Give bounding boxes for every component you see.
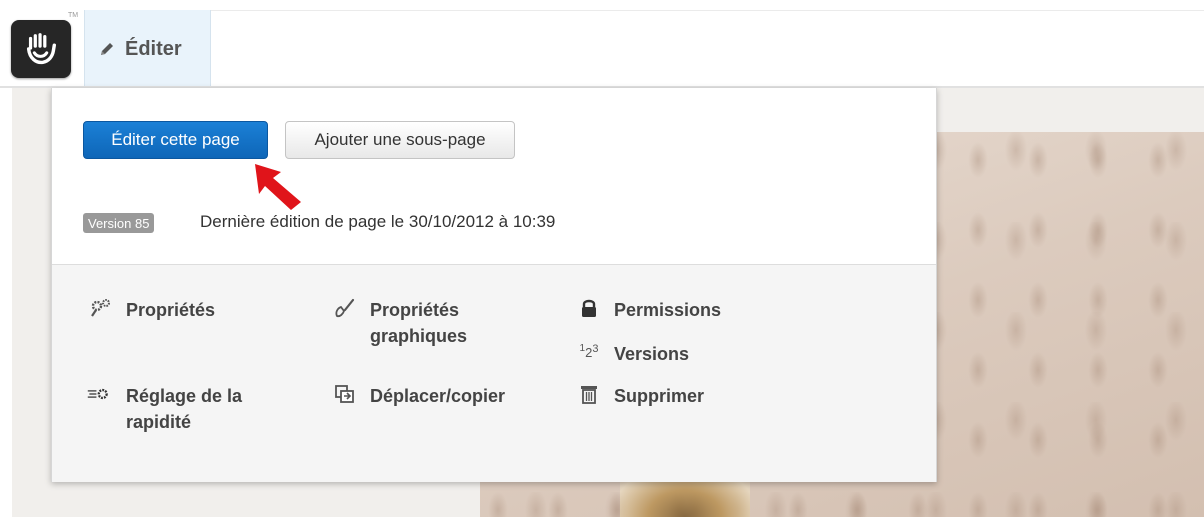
copy-icon	[330, 383, 360, 405]
trademark-label: TM	[68, 12, 79, 19]
panel-actions-section: Propriétés Propriétés graphiques Permiss…	[52, 265, 936, 482]
versions-123-icon: 123	[579, 342, 599, 360]
hand-logo-icon	[26, 33, 57, 65]
pencil-icon	[101, 43, 113, 55]
action-versions[interactable]: 123 Versions	[574, 341, 690, 367]
page-margin	[0, 88, 12, 517]
action-speed-settings[interactable]: Réglage de la rapidité	[80, 383, 266, 435]
gears-icon	[86, 297, 116, 319]
action-graphic-properties-label: Propriétés graphiques	[370, 300, 468, 346]
action-delete-label: Supprimer	[614, 386, 705, 406]
action-graphic-properties[interactable]: Propriétés graphiques	[330, 297, 510, 349]
action-versions-label: Versions	[614, 344, 690, 364]
lock-icon	[574, 297, 604, 319]
last-edit-text: Dernière édition de page le 30/10/2012 à…	[200, 212, 556, 231]
action-move-copy-label: Déplacer/copier	[370, 386, 506, 406]
tab-edit[interactable]: Éditer	[84, 10, 211, 88]
add-subpage-button[interactable]: Ajouter une sous-page	[285, 121, 515, 159]
action-properties-label: Propriétés	[126, 300, 216, 320]
concrete5-logo[interactable]	[11, 20, 71, 78]
trash-icon	[574, 383, 604, 405]
action-speed-settings-label: Réglage de la rapidité	[126, 386, 243, 432]
edit-menu-panel: Éditer cette page Ajouter une sous-page …	[51, 88, 937, 482]
toolbar-top-border	[84, 10, 1204, 11]
action-permissions-label: Permissions	[614, 300, 722, 320]
edit-toolbar: TM Éditer	[0, 0, 1204, 88]
action-permissions[interactable]: Permissions	[574, 297, 721, 323]
edit-page-button[interactable]: Éditer cette page	[83, 121, 268, 159]
red-arrow-annotation	[255, 164, 301, 210]
version-badge: Version 85	[83, 213, 155, 233]
action-delete[interactable]: Supprimer	[574, 383, 704, 409]
action-move-copy[interactable]: Déplacer/copier	[330, 383, 505, 409]
paint-brush-icon	[330, 297, 360, 319]
tab-edit-label: Éditer	[125, 37, 182, 60]
action-properties[interactable]: Propriétés	[86, 297, 215, 323]
speed-gear-icon	[80, 383, 116, 405]
panel-top-section: Éditer cette page Ajouter une sous-page …	[52, 88, 936, 264]
